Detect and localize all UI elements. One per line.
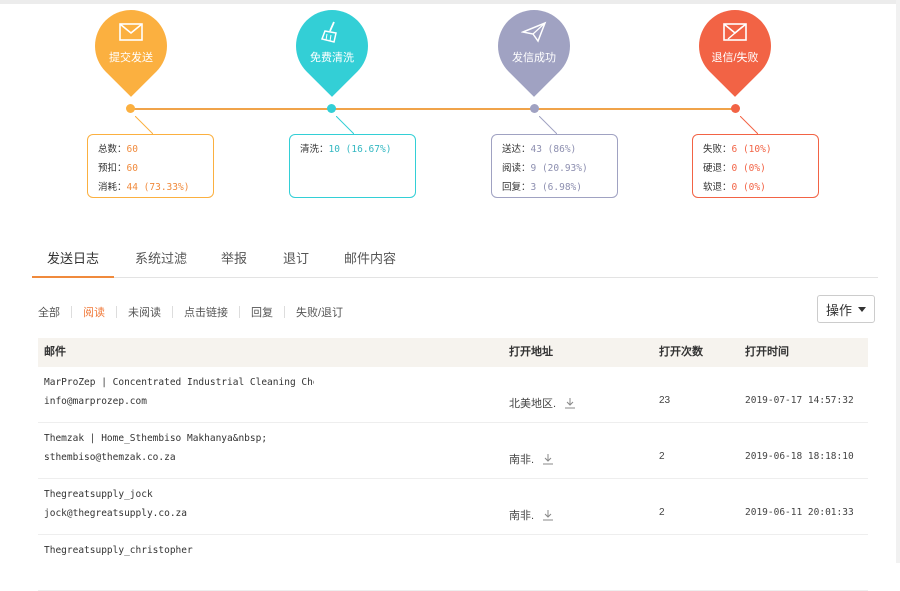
column-header-mail: 邮件 — [44, 346, 66, 358]
table-row: Themzak | Home_Sthembiso Makhanya&nbsp; … — [38, 423, 868, 479]
open-location: 南非. — [509, 451, 554, 467]
callout-pointer — [740, 116, 758, 134]
stage-label: 提交发送 — [109, 52, 153, 64]
tab-send-log[interactable]: 发送日志 — [32, 244, 114, 278]
open-location: 南非. — [509, 507, 554, 523]
filter-read[interactable]: 阅读 — [83, 304, 105, 320]
open-location: 北美地区. — [509, 395, 576, 411]
tab-unsubscribe[interactable]: 退订 — [283, 244, 309, 276]
rejected-mail-icon — [723, 23, 747, 41]
tab-report[interactable]: 举报 — [221, 244, 247, 276]
paper-plane-icon — [521, 21, 547, 43]
mail-subject: Thegreatsupply_jock — [44, 489, 153, 500]
filter-fail-unsubscribe[interactable]: 失败/退订 — [296, 304, 343, 320]
download-icon[interactable] — [564, 397, 576, 409]
envelope-icon — [119, 23, 143, 41]
report-tabs: 发送日志 系统过滤 举报 退订 邮件内容 — [32, 244, 878, 278]
filter-unread[interactable]: 未阅读 — [128, 304, 161, 320]
callout-pointer — [135, 116, 153, 134]
caret-down-icon — [858, 306, 866, 312]
open-time: 2019-06-18 18:18:10 — [745, 451, 854, 462]
divider — [116, 306, 117, 318]
divider — [284, 306, 285, 318]
operation-label: 操作 — [825, 302, 852, 318]
open-count: 2 — [659, 451, 665, 462]
mail-address: sthembiso@themzak.co.za — [44, 452, 176, 463]
callout-pointer — [539, 116, 557, 134]
stage-dot — [327, 104, 336, 113]
mail-subject: MarProZep | Concentrated Industrial Clea… — [44, 377, 314, 388]
stats-callout: 总数：60 预扣：60 消耗：44 (73.33%) — [87, 134, 214, 198]
open-count: 2 — [659, 507, 665, 518]
column-header-time: 打开时间 — [745, 346, 789, 358]
open-time: 2019-06-11 20:01:33 — [745, 507, 854, 518]
stage-dot — [126, 104, 135, 113]
column-header-location: 打开地址 — [509, 346, 553, 358]
table-row: Thegreatsupply_jock jock@thegreatsupply.… — [38, 479, 868, 535]
mail-address: jock@thegreatsupply.co.za — [44, 508, 187, 519]
stage-dot — [731, 104, 740, 113]
stage-label: 退信/失败 — [711, 52, 759, 64]
divider — [71, 306, 72, 318]
mail-subject: Thegreatsupply_christopher — [44, 545, 193, 556]
filter-all[interactable]: 全部 — [38, 304, 60, 320]
mail-subject: Themzak | Home_Sthembiso Makhanya&nbsp; — [44, 433, 268, 444]
table-row: MarProZep | Concentrated Industrial Clea… — [38, 367, 868, 423]
filter-click-link[interactable]: 点击链接 — [184, 304, 228, 320]
table-row: Thegreatsupply_christopher — [38, 535, 868, 591]
timeline-line — [130, 108, 736, 110]
open-count: 23 — [659, 395, 671, 406]
log-filter-bar: 全部 阅读 未阅读 点击链接 回复 失败/退订 — [38, 304, 343, 320]
divider — [239, 306, 240, 318]
column-header-count: 打开次数 — [659, 346, 703, 358]
stage-label: 发信成功 — [512, 52, 556, 64]
send-progress-timeline: 提交发送 总数：60 预扣：60 消耗：44 (73.33%) 免费清洗 清洗：… — [0, 0, 900, 210]
open-log-table: 邮件 打开地址 打开次数 打开时间 MarProZep | Concentrat… — [38, 338, 868, 591]
callout-pointer — [336, 116, 354, 134]
stage-dot — [530, 104, 539, 113]
stats-callout: 送达：43 (86%) 阅读：9 (20.93%) 回复：3 (6.98%) — [491, 134, 618, 198]
stats-callout: 失败：6 (10%) 硬退：0 (0%) 软退：0 (0%) — [692, 134, 819, 198]
open-time: 2019-07-17 14:57:32 — [745, 395, 854, 406]
download-icon[interactable] — [542, 509, 554, 521]
tab-mail-content[interactable]: 邮件内容 — [344, 244, 396, 276]
table-header: 邮件 打开地址 打开次数 打开时间 — [38, 338, 868, 367]
filter-reply[interactable]: 回复 — [251, 304, 273, 320]
operation-dropdown-button[interactable]: 操作 — [817, 295, 875, 323]
mail-address: info@marprozep.com — [44, 396, 147, 407]
stats-callout: 清洗：10 (16.67%) — [289, 134, 416, 198]
download-icon[interactable] — [542, 453, 554, 465]
tab-system-filter[interactable]: 系统过滤 — [135, 244, 187, 276]
broom-icon — [321, 21, 337, 43]
divider — [172, 306, 173, 318]
stage-label: 免费清洗 — [310, 52, 354, 64]
